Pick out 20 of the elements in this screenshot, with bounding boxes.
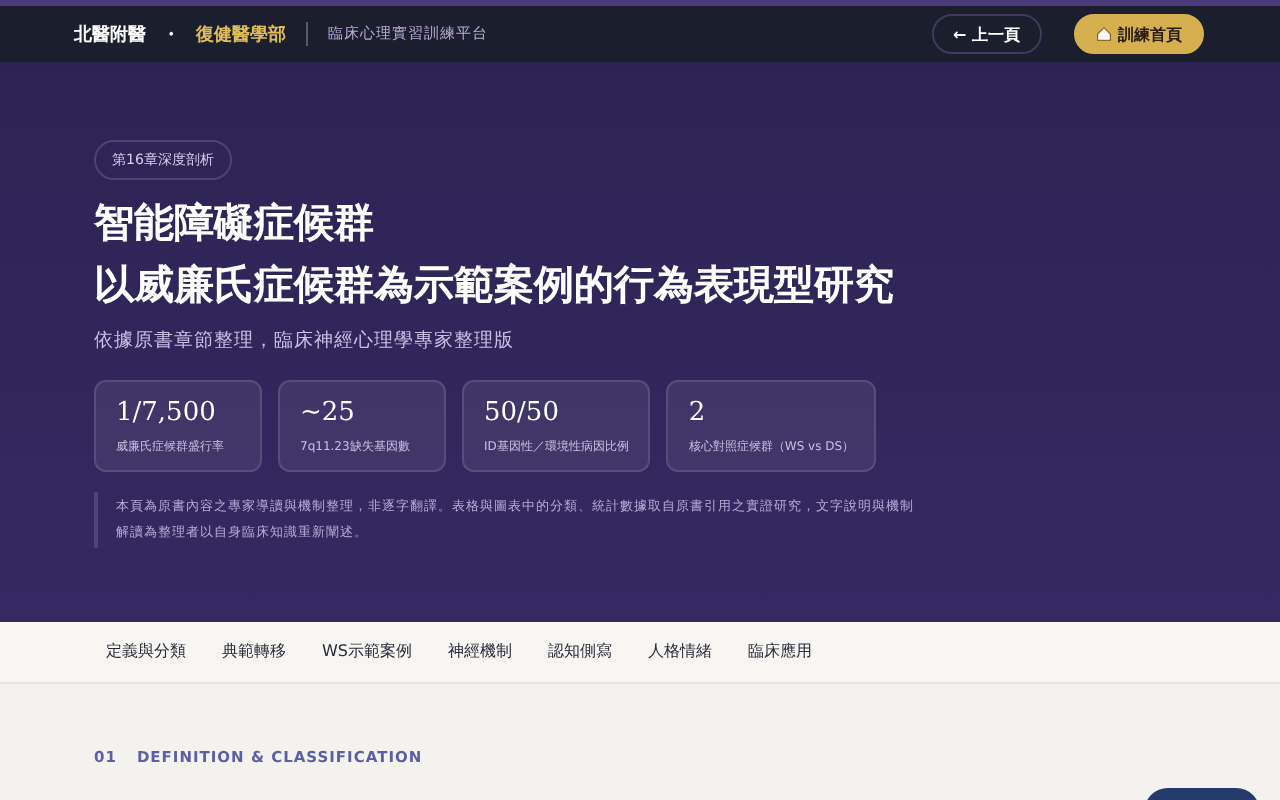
nav-link[interactable]: 臨床應用 xyxy=(732,631,828,673)
nav-link[interactable]: 定義與分類 xyxy=(90,631,202,673)
page-title: 以威廉氏症候群為示範案例的行為表現型研究 xyxy=(94,258,894,312)
house-icon xyxy=(1096,26,1112,42)
stat-value: ~25 xyxy=(300,398,355,428)
nav-link[interactable]: WS示範案例 xyxy=(306,631,428,673)
back-button[interactable]: ← 上一頁 xyxy=(931,14,1042,54)
brand-name: 北醫附醫 xyxy=(74,22,146,47)
page-title: 智能障礙症候群 xyxy=(94,196,374,250)
stat-value: 50/50 xyxy=(484,398,559,428)
nav-link[interactable]: 人格情緒 xyxy=(632,631,728,673)
home-button[interactable]: 訓練首頁 xyxy=(1074,14,1204,54)
nav-link[interactable]: 認知側寫 xyxy=(532,631,628,673)
nav-link[interactable]: 神經機制 xyxy=(432,631,528,673)
nav-link[interactable]: 典範轉移 xyxy=(206,631,302,673)
department-name: 復健醫學部 xyxy=(196,22,286,47)
stat-value: 2 xyxy=(688,398,706,428)
stat-value: 1/7,500 xyxy=(116,398,216,428)
brand-separator: ・ xyxy=(162,23,180,47)
subtitle: 依據原書章節整理，臨床神經心理學專家整理版 xyxy=(94,328,516,354)
